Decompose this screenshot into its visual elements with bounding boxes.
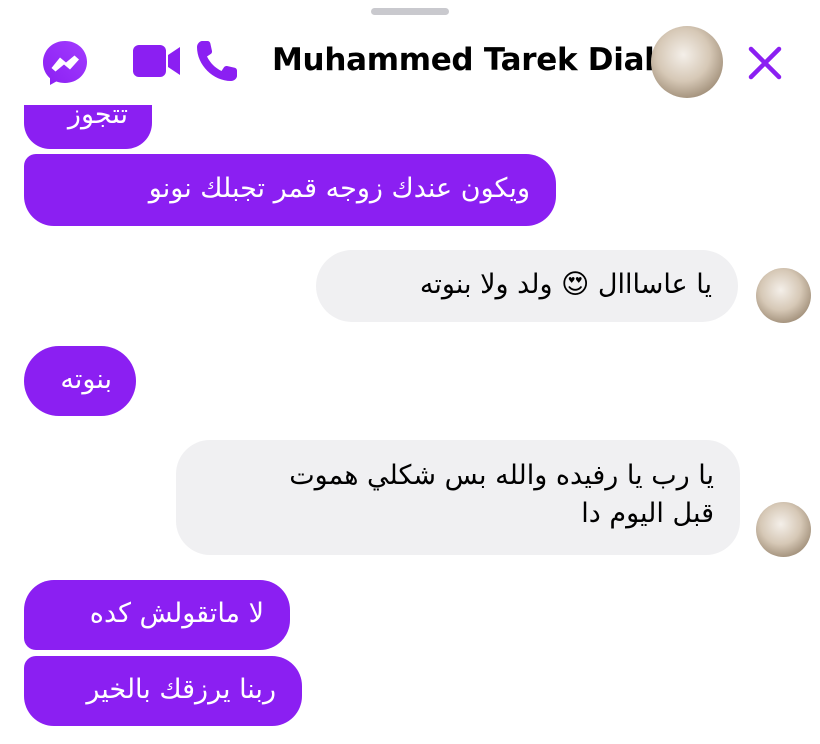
message-text: يا عاسااال 😍 ولد ولا بنوته	[419, 269, 712, 300]
contact-name[interactable]: Muhammed Tarek Diab	[272, 42, 666, 78]
drag-handle[interactable]	[371, 8, 449, 15]
phone-call-icon[interactable]	[193, 37, 241, 85]
message-text: بنوته	[60, 364, 112, 395]
message-bubble-outgoing[interactable]: لا ماتقولش كده	[24, 580, 290, 650]
message-text: ربنا يرزقك بالخير	[86, 674, 276, 705]
video-call-icon[interactable]	[131, 43, 183, 79]
contact-avatar[interactable]	[756, 268, 811, 323]
message-bubble-outgoing[interactable]: بنوته	[24, 346, 136, 416]
contact-avatar[interactable]	[651, 26, 723, 98]
message-text: ويكون عندك زوجه قمر تجبلك نونو	[148, 173, 530, 204]
message-bubble-incoming[interactable]: يا عاسااال 😍 ولد ولا بنوته	[316, 250, 738, 322]
message-bubble-outgoing[interactable]: ويكون عندك زوجه قمر تجبلك نونو	[24, 154, 556, 226]
close-icon[interactable]	[746, 44, 784, 82]
messenger-icon[interactable]	[40, 38, 90, 88]
message-bubble-incoming[interactable]: يا رب يا رفيده والله بس شكلي هموت قبل ال…	[176, 440, 740, 555]
message-bubble-outgoing[interactable]: ربنا يرزقك بالخير	[24, 656, 302, 726]
message-text-line: يا رب يا رفيده والله بس شكلي هموت	[289, 460, 714, 491]
contact-avatar[interactable]	[756, 502, 811, 557]
message-text: لا ماتقولش كده	[89, 598, 264, 629]
message-text-line: قبل اليوم دا	[581, 498, 714, 529]
message-thread: تتجوز ويكون عندك زوجه قمر تجبلك نونو يا …	[0, 0, 820, 744]
